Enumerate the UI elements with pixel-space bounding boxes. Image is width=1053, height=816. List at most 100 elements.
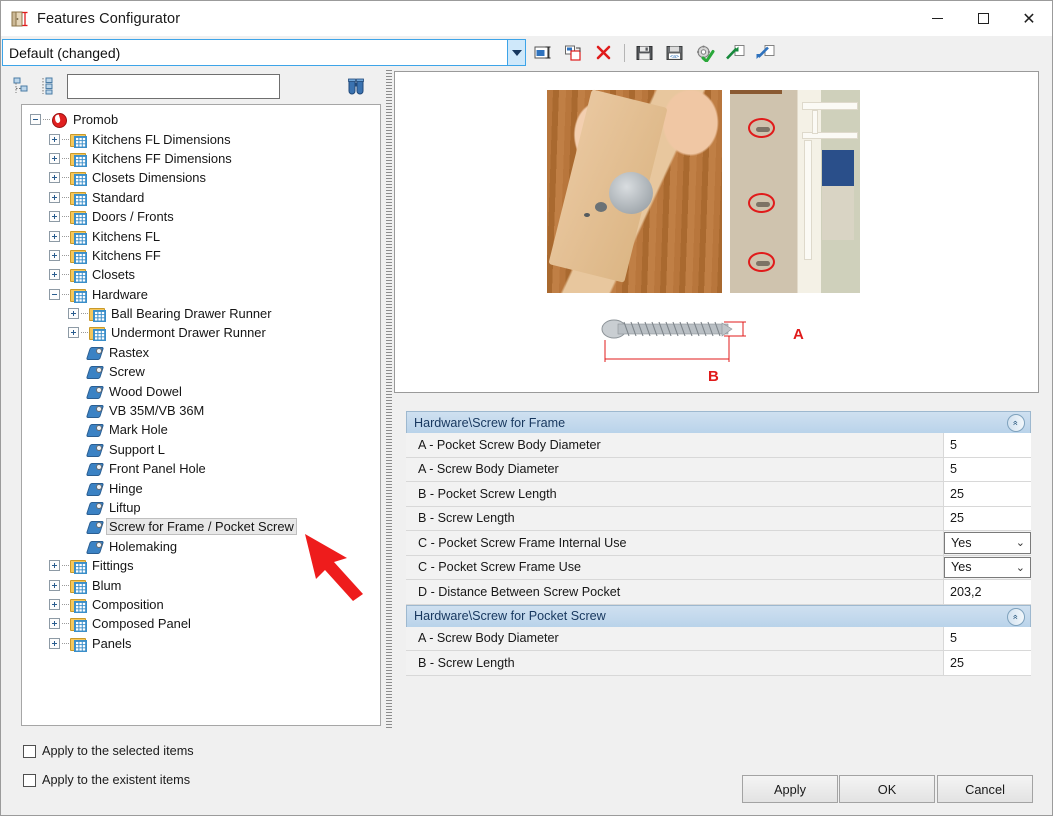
- folder-icon: [70, 170, 87, 187]
- collapse-node-icon[interactable]: [30, 114, 41, 126]
- apply-settings-button[interactable]: [692, 40, 718, 66]
- property-value[interactable]: 203,2: [944, 580, 1031, 604]
- expand-node-icon[interactable]: [68, 327, 79, 339]
- apply-selected-checkbox[interactable]: [23, 744, 36, 758]
- tree-item[interactable]: Hinge: [30, 478, 380, 497]
- expand-node-icon[interactable]: [49, 191, 60, 203]
- tree-item[interactable]: Kitchens FL: [30, 226, 380, 245]
- tree-item[interactable]: Kitchens FF Dimensions: [30, 149, 380, 168]
- expand-node-icon[interactable]: [49, 637, 60, 649]
- tree-item[interactable]: Panels: [30, 634, 380, 653]
- rename-configuration-button[interactable]: [531, 40, 557, 66]
- folder-icon: [70, 558, 87, 575]
- tree-item[interactable]: Liftup: [30, 498, 380, 517]
- features-tree-panel[interactable]: Promob Kitchens FL Dimensions Kitchens FF …: [21, 104, 381, 726]
- cancel-button[interactable]: Cancel: [937, 775, 1033, 803]
- property-select[interactable]: Yes ⌄: [944, 556, 1031, 578]
- expand-node-icon[interactable]: [49, 211, 60, 223]
- tree-item[interactable]: Hardware: [30, 285, 380, 304]
- expand-node-icon[interactable]: [68, 308, 79, 320]
- property-value-text: 203,2: [950, 584, 982, 599]
- expand-node-icon[interactable]: [49, 152, 60, 164]
- chevron-down-icon[interactable]: [507, 40, 525, 65]
- tree-item[interactable]: Support L: [30, 440, 380, 459]
- apply-existent-checkbox-row[interactable]: Apply to the existent items: [23, 773, 190, 787]
- property-value[interactable]: 5: [944, 457, 1031, 481]
- property-name: C - Pocket Screw Frame Internal Use: [406, 531, 944, 555]
- expand-tree-button[interactable]: [35, 73, 61, 99]
- tree-connector: [62, 584, 70, 586]
- promob-root-icon: [51, 112, 68, 129]
- apply-selected-checkbox-row[interactable]: Apply to the selected items: [23, 744, 194, 758]
- apply-existent-checkbox[interactable]: [23, 773, 36, 787]
- property-select[interactable]: Yes ⌄: [944, 532, 1031, 554]
- save-configuration-button[interactable]: [632, 40, 658, 66]
- tree-item-label: Promob: [73, 112, 119, 128]
- expand-node-icon[interactable]: [49, 249, 60, 261]
- expand-node-icon[interactable]: [49, 598, 60, 610]
- property-value[interactable]: 5: [944, 626, 1031, 650]
- folder-icon: [70, 267, 87, 284]
- property-group-header[interactable]: Hardware\Screw for Pocket Screw «: [406, 604, 1031, 627]
- chevron-double-up-icon[interactable]: «: [1007, 607, 1025, 626]
- collapse-node-icon[interactable]: [49, 288, 60, 300]
- tree-item[interactable]: Closets Dimensions: [30, 168, 380, 187]
- tree-item-label: Hinge: [109, 480, 143, 496]
- property-value[interactable]: 25: [944, 506, 1031, 530]
- save-as-xml-button[interactable]: <a>: [662, 40, 688, 66]
- tree-connector: [62, 157, 70, 159]
- apply-button[interactable]: Apply: [742, 775, 838, 803]
- tree-item[interactable]: Standard: [30, 188, 380, 207]
- expand-node-icon[interactable]: [49, 172, 60, 184]
- chevron-down-icon[interactable]: ⌄: [1016, 561, 1025, 574]
- expand-node-icon[interactable]: [49, 560, 60, 572]
- minimize-button[interactable]: [914, 1, 960, 36]
- tree-item[interactable]: Undermont Drawer Runner: [30, 323, 380, 342]
- property-value[interactable]: 25: [944, 482, 1031, 506]
- tree-item[interactable]: Kitchens FL Dimensions: [30, 129, 380, 148]
- tag-icon: [87, 481, 104, 496]
- tree-item[interactable]: Closets: [30, 265, 380, 284]
- find-button[interactable]: [343, 73, 369, 99]
- property-group-header[interactable]: Hardware\Screw for Frame «: [406, 411, 1031, 433]
- pane-splitter[interactable]: [386, 70, 392, 730]
- property-value[interactable]: 25: [944, 651, 1031, 675]
- import-configuration-button[interactable]: [752, 40, 778, 66]
- tree-item[interactable]: Mark Hole: [30, 420, 380, 439]
- tag-icon: [87, 403, 104, 418]
- maximize-button[interactable]: [960, 1, 1006, 36]
- ok-button[interactable]: OK: [839, 775, 935, 803]
- copy-configuration-button[interactable]: [561, 40, 587, 66]
- delete-configuration-button[interactable]: [591, 40, 617, 66]
- expand-node-icon[interactable]: [49, 269, 60, 281]
- expand-node-icon[interactable]: [49, 133, 60, 145]
- tree-item[interactable]: Screw: [30, 362, 380, 381]
- chevron-down-icon[interactable]: ⌄: [1016, 536, 1025, 549]
- expand-node-icon[interactable]: [49, 618, 60, 630]
- tree-connector: [62, 603, 70, 605]
- tree-item[interactable]: Promob: [30, 110, 380, 129]
- export-configuration-button[interactable]: [722, 40, 748, 66]
- tree-item[interactable]: Rastex: [30, 343, 380, 362]
- tree-item[interactable]: Front Panel Hole: [30, 459, 380, 478]
- close-button[interactable]: ✕: [1006, 1, 1052, 36]
- tree-connector: [62, 623, 70, 625]
- expand-node-icon[interactable]: [49, 230, 60, 242]
- property-row: B - Screw Length 25: [406, 506, 1031, 531]
- tree-item[interactable]: Ball Bearing Drawer Runner: [30, 304, 380, 323]
- tree-item[interactable]: Wood Dowel: [30, 381, 380, 400]
- search-input[interactable]: [67, 73, 280, 99]
- expand-node-icon[interactable]: [49, 579, 60, 591]
- property-value-text: Yes: [951, 535, 972, 550]
- tree-item[interactable]: Doors / Fronts: [30, 207, 380, 226]
- configuration-combo[interactable]: Default (changed): [2, 39, 526, 66]
- tree-item[interactable]: Composed Panel: [30, 614, 380, 633]
- tree-connector: [81, 332, 89, 334]
- collapse-tree-button[interactable]: [9, 73, 35, 99]
- tree-connector: [62, 196, 70, 198]
- tree-item[interactable]: VB 35M/VB 36M: [30, 401, 380, 420]
- tree-item[interactable]: Kitchens FF: [30, 246, 380, 265]
- chevron-double-up-icon[interactable]: «: [1007, 414, 1025, 432]
- folder-icon: [89, 306, 106, 323]
- property-value[interactable]: 5: [944, 433, 1031, 457]
